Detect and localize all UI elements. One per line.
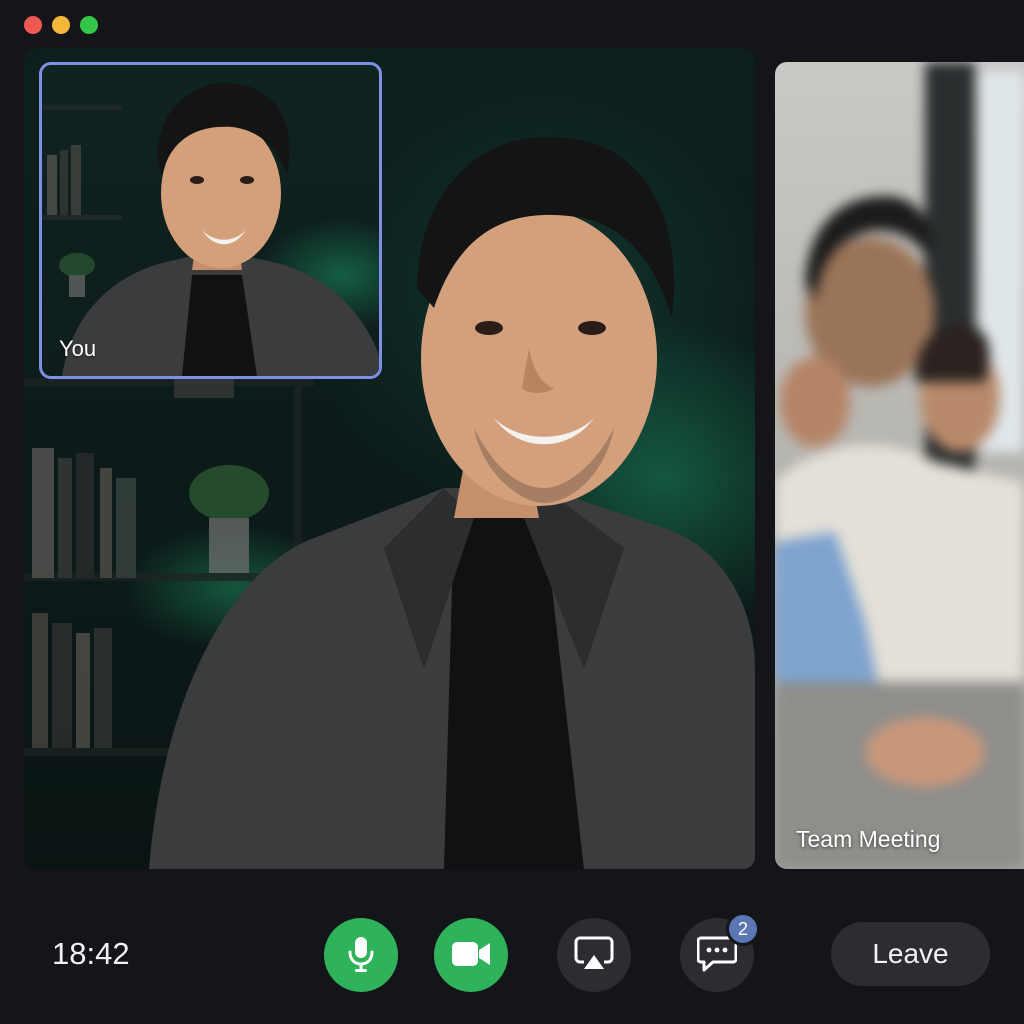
team-meeting-tile[interactable]: Team Meeting [775,62,1024,869]
team-meeting-label: Team Meeting [796,826,941,852]
window-controls [24,16,98,34]
maximize-window-button[interactable] [80,16,98,34]
self-video-frame [42,82,379,376]
chat-button[interactable]: 2 [680,912,760,992]
chat-unread-badge: 2 [726,912,760,946]
screen-share-icon [574,936,614,975]
team-video-frame [775,62,1024,869]
screen-share-button[interactable] [557,918,631,992]
microphone-icon [345,936,377,975]
leave-meeting-button[interactable]: Leave [831,922,990,986]
camera-toggle-button[interactable] [434,918,508,992]
self-view-label: You [59,336,97,361]
close-window-button[interactable] [24,16,42,34]
minimize-window-button[interactable] [52,16,70,34]
self-view-tile[interactable]: You [39,62,382,379]
meeting-clock: 18:42 [52,936,130,971]
video-camera-icon [451,940,491,971]
microphone-toggle-button[interactable] [324,918,398,992]
